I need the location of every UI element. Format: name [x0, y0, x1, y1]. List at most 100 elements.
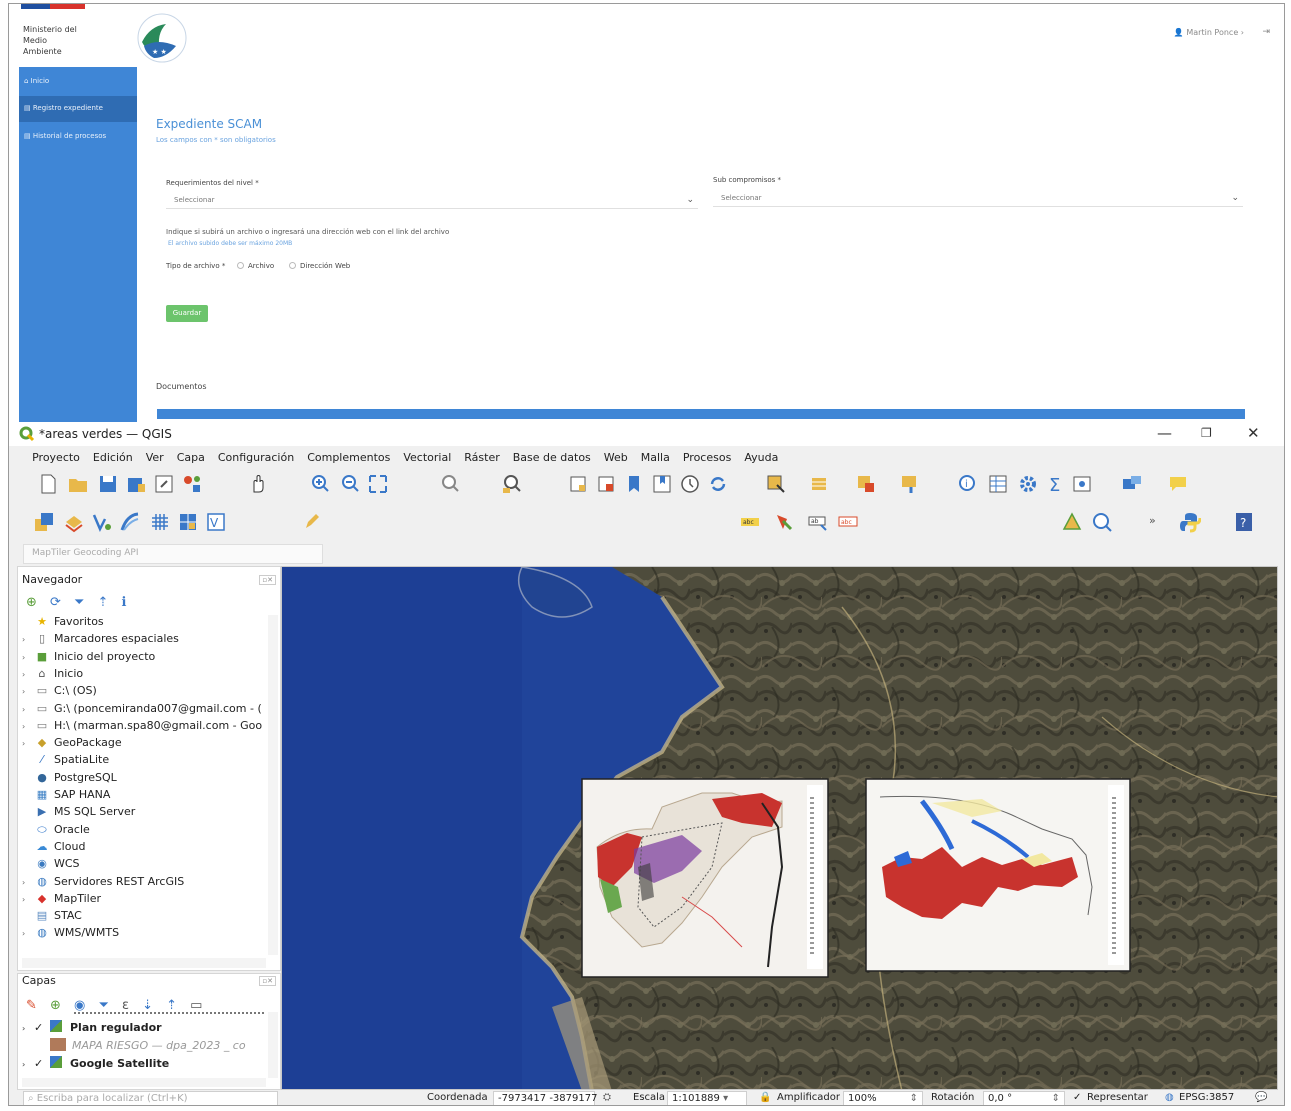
- expand-arrow-icon[interactable]: ›: [22, 670, 34, 679]
- sidebar-item-inicio[interactable]: ⌂ Inicio: [19, 69, 137, 95]
- browser-item[interactable]: ▦ SAP HANA: [22, 788, 262, 805]
- browser-item[interactable]: ☁ Cloud: [22, 840, 262, 857]
- add-mesh-layer-icon[interactable]: [149, 511, 171, 533]
- print-layout-icon[interactable]: [153, 473, 175, 495]
- browser-item[interactable]: › ◍ Servidores REST ArcGIS: [22, 875, 262, 892]
- browser-horizontal-scrollbar[interactable]: [22, 958, 266, 968]
- help-icon[interactable]: ?: [1233, 511, 1255, 533]
- zoom-in-icon[interactable]: [309, 473, 331, 495]
- open-attribute-table-icon[interactable]: [987, 473, 1009, 495]
- menu-6[interactable]: Vectorial: [403, 448, 451, 464]
- pin-labels-icon[interactable]: [773, 511, 795, 533]
- label-tool-icon[interactable]: abc: [739, 511, 761, 533]
- add-group-icon[interactable]: ⊕: [50, 998, 61, 1013]
- pan-hand-icon[interactable]: [247, 473, 269, 495]
- statistics-sigma-icon[interactable]: Σ: [1045, 473, 1067, 495]
- panel-float-close-icon[interactable]: ▫✕: [259, 575, 276, 585]
- manage-visibility-icon[interactable]: ◉: [74, 998, 85, 1013]
- add-layer-icon[interactable]: [63, 511, 85, 533]
- browser-item[interactable]: ★ Favoritos: [22, 615, 262, 632]
- menu-9[interactable]: Web: [604, 448, 628, 464]
- expand-arrow-icon[interactable]: ›: [22, 1060, 34, 1069]
- measure-icon[interactable]: [1071, 473, 1093, 495]
- messages-icon[interactable]: 💬: [1255, 1092, 1267, 1103]
- panel-float-close-icon[interactable]: ▫✕: [259, 976, 276, 986]
- new-project-icon[interactable]: [37, 473, 59, 495]
- browser-item[interactable]: › ▯ Marcadores espaciales: [22, 632, 262, 649]
- menu-12[interactable]: Ayuda: [744, 448, 778, 464]
- toggle-extents-icon[interactable]: ⛭: [603, 1092, 611, 1103]
- new-map-view-icon[interactable]: [567, 473, 589, 495]
- browser-item[interactable]: › ■ Inicio del proyecto: [22, 650, 262, 667]
- requirements-select[interactable]: Seleccionar ⌄: [166, 193, 698, 209]
- radio-web[interactable]: Dirección Web: [289, 262, 350, 270]
- zoom-selection-icon[interactable]: [439, 473, 461, 495]
- expand-arrow-icon[interactable]: ›: [22, 1024, 34, 1033]
- browser-scrollbar[interactable]: [268, 615, 278, 955]
- geocoding-search-input[interactable]: MapTiler Geocoding API: [23, 544, 323, 564]
- expand-all-icon[interactable]: ⇣: [142, 998, 153, 1013]
- add-vector-layer-icon[interactable]: [91, 511, 113, 533]
- browser-item[interactable]: ◉ WCS: [22, 857, 262, 874]
- browser-item[interactable]: ▤ STAC: [22, 909, 262, 926]
- layer-visibility-checkbox[interactable]: ✓: [34, 1021, 48, 1034]
- locate-input[interactable]: ⌕ Escriba para localizar (Ctrl+K): [23, 1091, 278, 1105]
- filter-icon[interactable]: ⏷: [74, 595, 84, 610]
- close-button[interactable]: ✕: [1247, 424, 1260, 442]
- menu-1[interactable]: Edición: [93, 448, 133, 464]
- temporal-controller-icon[interactable]: [679, 473, 701, 495]
- sidebar-item-historial[interactable]: ▤ Historial de procesos: [19, 124, 137, 150]
- menu-10[interactable]: Malla: [641, 448, 670, 464]
- map-canvas[interactable]: [281, 566, 1278, 1090]
- coordinate-field[interactable]: -7973417 -3879177: [493, 1091, 597, 1105]
- attribute-table-select-icon[interactable]: [809, 473, 831, 495]
- add-wms-layer-icon[interactable]: [177, 511, 199, 533]
- show-bookmarks-icon[interactable]: [651, 473, 673, 495]
- expand-arrow-icon[interactable]: ›: [22, 739, 34, 748]
- browser-item[interactable]: › ◍ WMS/WMTS: [22, 926, 262, 943]
- menu-0[interactable]: Proyecto: [32, 448, 80, 464]
- layer-visibility-checkbox[interactable]: ✓: [34, 1057, 48, 1070]
- select-features-icon[interactable]: [765, 473, 787, 495]
- open-styling-icon[interactable]: ✎: [26, 998, 37, 1013]
- crs-globe-icon[interactable]: ◍: [1165, 1092, 1174, 1103]
- browser-item[interactable]: ▶ MS SQL Server: [22, 805, 262, 822]
- zoom-out-icon[interactable]: [339, 473, 361, 495]
- properties-info-icon[interactable]: ℹ: [122, 595, 127, 610]
- lock-scale-icon[interactable]: 🔒: [759, 1092, 771, 1103]
- open-folder-icon[interactable]: [67, 473, 89, 495]
- browser-item[interactable]: › ⌂ Inicio: [22, 667, 262, 684]
- save-as-icon[interactable]: [125, 473, 147, 495]
- menu-11[interactable]: Procesos: [683, 448, 731, 464]
- menu-2[interactable]: Ver: [146, 448, 164, 464]
- layer-row[interactable]: › ✓ Plan regulador: [22, 1020, 267, 1038]
- layer-row[interactable]: › ✓ Google Satellite: [22, 1056, 267, 1074]
- radio-file[interactable]: Archivo: [237, 262, 274, 270]
- deselect-icon[interactable]: [855, 473, 877, 495]
- menu-8[interactable]: Base de datos: [513, 448, 591, 464]
- menu-5[interactable]: Complementos: [307, 448, 390, 464]
- menu-7[interactable]: Ráster: [464, 448, 499, 464]
- bookmark-icon[interactable]: [623, 473, 645, 495]
- add-virtual-layer-icon[interactable]: V: [205, 511, 227, 533]
- rotate-label-icon[interactable]: abc: [837, 511, 859, 533]
- user-menu[interactable]: 👤 Martin Ponce ›: [1174, 28, 1244, 37]
- restore-button[interactable]: ❐: [1201, 426, 1212, 440]
- menu-4[interactable]: Configuración: [218, 448, 294, 464]
- expand-arrow-icon[interactable]: ›: [22, 653, 34, 662]
- save-icon[interactable]: [97, 473, 119, 495]
- expand-arrow-icon[interactable]: ›: [22, 722, 34, 731]
- triangle-tool-icon[interactable]: [1061, 511, 1083, 533]
- filter-legend-icon[interactable]: ⏷: [98, 998, 108, 1013]
- layer-row[interactable]: MAPA RIESGO — dpa_2023 _ co: [22, 1038, 267, 1056]
- layers-scrollbar[interactable]: [268, 1012, 278, 1078]
- layers-horizontal-scrollbar[interactable]: [22, 1078, 266, 1087]
- expand-arrow-icon[interactable]: ›: [22, 929, 34, 938]
- refresh-icon[interactable]: [707, 473, 729, 495]
- scale-combo[interactable]: 1:101889 ▾: [667, 1091, 747, 1105]
- logout-icon[interactable]: ⇥: [1262, 27, 1270, 37]
- python-console-icon[interactable]: [1179, 511, 1201, 533]
- expand-arrow-icon[interactable]: ›: [22, 895, 34, 904]
- digitize-pencil-icon[interactable]: [301, 511, 323, 533]
- crs-button[interactable]: EPSG:3857: [1179, 1092, 1234, 1103]
